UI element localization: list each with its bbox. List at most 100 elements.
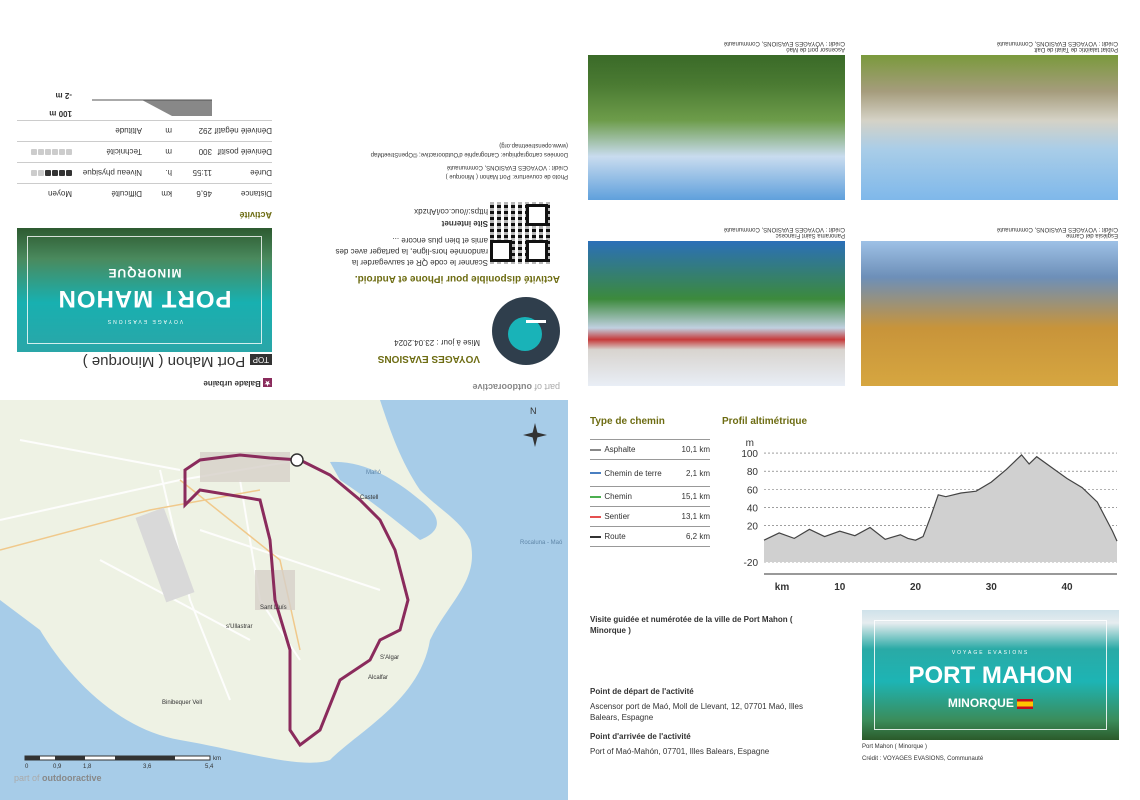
cover-title: PORT MAHON (57, 285, 232, 312)
path-km-asphalte: 10,1 km (681, 445, 710, 454)
place-maho: Mahó (366, 470, 382, 476)
place-sant-lluis: Sant Lluís (260, 605, 287, 611)
scale-unit: km (213, 756, 221, 762)
plane-icon (526, 320, 546, 323)
cover-credit: Crédit : VOYAGES EVASIONS, Communauté (446, 164, 568, 170)
cover-image: PORT MAHON MINORQUE VOYAGE EVASIONS (17, 228, 272, 352)
path-km-sentier: 13,1 km (681, 512, 710, 521)
photo-1 (861, 241, 1118, 386)
ytick-label-0: 100 (741, 449, 758, 460)
swatch-chemin (590, 495, 602, 498)
photo-panel: Església del Carme Crédit : VOYAGES EVAS… (568, 0, 1140, 400)
activity-heading: Activité (239, 210, 272, 220)
author-block: VOYAGES EVASIONS Mise à jour : 23.04.202… (360, 338, 480, 364)
intro-text: Visite guidée et numérotée de la ville d… (590, 615, 793, 635)
swatch-asphalte (590, 448, 602, 451)
app-logo (492, 297, 560, 365)
path-row-terre: Chemin de terre 2,1 km (590, 460, 710, 487)
path-row-asphalte: Asphalte 10,1 km (590, 439, 710, 460)
stat-unit-distance: km (161, 189, 172, 199)
difficulty-value: Moyen (47, 189, 72, 199)
photo-1-credit: Crédit : VOYAGES EVASIONS, Communauté (996, 226, 1118, 232)
brand-name: outdooractive (472, 382, 532, 392)
stat-unit-descent: m (165, 126, 172, 136)
profile-title: Profil altimétrique (722, 416, 808, 427)
map-brand-part-of: part of (14, 773, 40, 783)
altitude-label: Altitude (115, 126, 142, 136)
qr-code[interactable] (488, 202, 550, 264)
upper-left-panel: part of outdooractive VOYAGES EVASIONS M… (0, 0, 568, 400)
thumb-subtitle-text: MINORQUE (947, 696, 1014, 710)
path-km-terre: 2,1 km (685, 468, 710, 478)
end-text: Port of Maó-Mahón, 07701, Illes Balears,… (590, 747, 770, 756)
swatch-route (590, 535, 602, 538)
scale-tick-2: 1,8 (83, 764, 92, 770)
y-axis-label: m (746, 438, 754, 449)
update-date: Mise à jour : 23.04.2024 (394, 338, 480, 347)
xtick-label-0: 10 (834, 582, 846, 593)
brand-part-of: part of (534, 382, 560, 392)
compass-n: N (530, 406, 537, 416)
carto-credit: Données cartographique: Cartographie d'O… (370, 151, 568, 157)
alt-max: 100 m (49, 109, 72, 118)
path-row-route: Route 6,2 km (590, 527, 710, 547)
path-row-sentier: Sentier 13,1 km (590, 507, 710, 527)
photo-2-title: Ascensor port de Maó (786, 46, 845, 52)
spain-flag-icon (1017, 698, 1034, 709)
description: Visite guidée et numérotée de la ville d… (590, 614, 830, 757)
place-castell: Castell (360, 495, 379, 501)
map-svg (0, 400, 568, 800)
path-km-chemin: 15,1 km (681, 492, 710, 501)
start-label: Point de départ de l'activité (590, 687, 694, 696)
photo-card-0[interactable]: Panorama Saint Francesc Crédit : VOYAGES… (588, 226, 845, 386)
thumb-small: VOYAGE EVASIONS (951, 650, 1030, 656)
difficulty-label: Difficulté (111, 189, 142, 199)
scale-tick-4: 5,4 (205, 764, 214, 770)
author-name: VOYAGES EVASIONS (377, 353, 480, 364)
site-url: https://ouc.co/iAhzdx (414, 207, 488, 216)
profile-svg: 100 80 60 40 20 -20 m km 10 20 30 40 (741, 438, 1118, 593)
stat-value-ascent: 300 (198, 147, 212, 157)
xtick-label-2: 30 (986, 582, 998, 593)
photo-card-2[interactable]: Ascensor port de Maó Crédit : VOYAGES EV… (588, 40, 845, 200)
photo-0 (588, 241, 845, 386)
ytick-label-2: 60 (747, 485, 759, 496)
category-tag: ★ Balade urbaine (203, 378, 272, 388)
walker-icon: ★ (263, 378, 272, 387)
stat-value-distance: 46,6 (196, 189, 212, 199)
carto-url: (www.openstreetmap.org) (499, 142, 568, 148)
photo-card-1[interactable]: Església del Carme Crédit : VOYAGES EVAS… (861, 226, 1118, 386)
cover-photo-credit: Photo de couverture: Port Mahon ( Minorq… (445, 173, 568, 179)
stat-value-descent: 292 (198, 126, 212, 136)
route-map[interactable]: N Castell Sant Lluís s'Ullastrar S'Algar… (0, 400, 568, 800)
cover-subtitle: MINORQUE (107, 266, 182, 280)
path-name-route: Route (604, 532, 626, 541)
photo-card-3[interactable]: Poblat talaiòtic de Talati de Dalt Crédi… (861, 40, 1118, 200)
thumb-title: PORT MAHON (908, 662, 1073, 689)
ytick-label-5: -20 (744, 558, 759, 569)
path-name-asphalte: Asphalte (604, 445, 636, 454)
stat-value-duration: 11:55 (192, 168, 212, 178)
path-name-sentier: Sentier (604, 512, 630, 521)
ytick-label-4: 20 (747, 522, 759, 533)
mini-profile: 100 m -2 m (17, 84, 272, 120)
photo-2 (588, 55, 845, 200)
stat-unit-duration: h. (165, 168, 172, 178)
thumb-subtitle: MINORQUE (862, 696, 1119, 710)
scale-tick-1: 0,9 (53, 764, 62, 770)
site-label: Site internet (441, 219, 488, 228)
scale-tick-0: 0 (25, 764, 29, 770)
thumb-card[interactable]: VOYAGE EVASIONS PORT MAHON MINORQUE Port… (862, 610, 1119, 762)
start-text: Ascensor port de Maó, Moll de Llevant, 1… (590, 702, 804, 722)
app-text: Scanner le code QR et sauvegarder la ran… (335, 236, 488, 267)
app-heading: Activité disponible pour iPhone et Andro… (354, 273, 560, 284)
place-binibequer: Binibequer Vell (162, 700, 203, 706)
photo-1-title: Església del Carme (1065, 232, 1118, 238)
path-name-terre: Chemin de terre (604, 468, 662, 478)
stat-unit-ascent: m (165, 147, 172, 157)
swatch-sentier (590, 515, 602, 518)
brand-tag: part of outdooractive (472, 382, 560, 392)
thumb-credit: Crédit : VOYAGES EVASIONS, Communauté (862, 756, 984, 762)
mini-profile-graph (92, 99, 212, 116)
activity-stats: Distance 46,6 km Difficulté Moyen Durée … (17, 84, 272, 204)
